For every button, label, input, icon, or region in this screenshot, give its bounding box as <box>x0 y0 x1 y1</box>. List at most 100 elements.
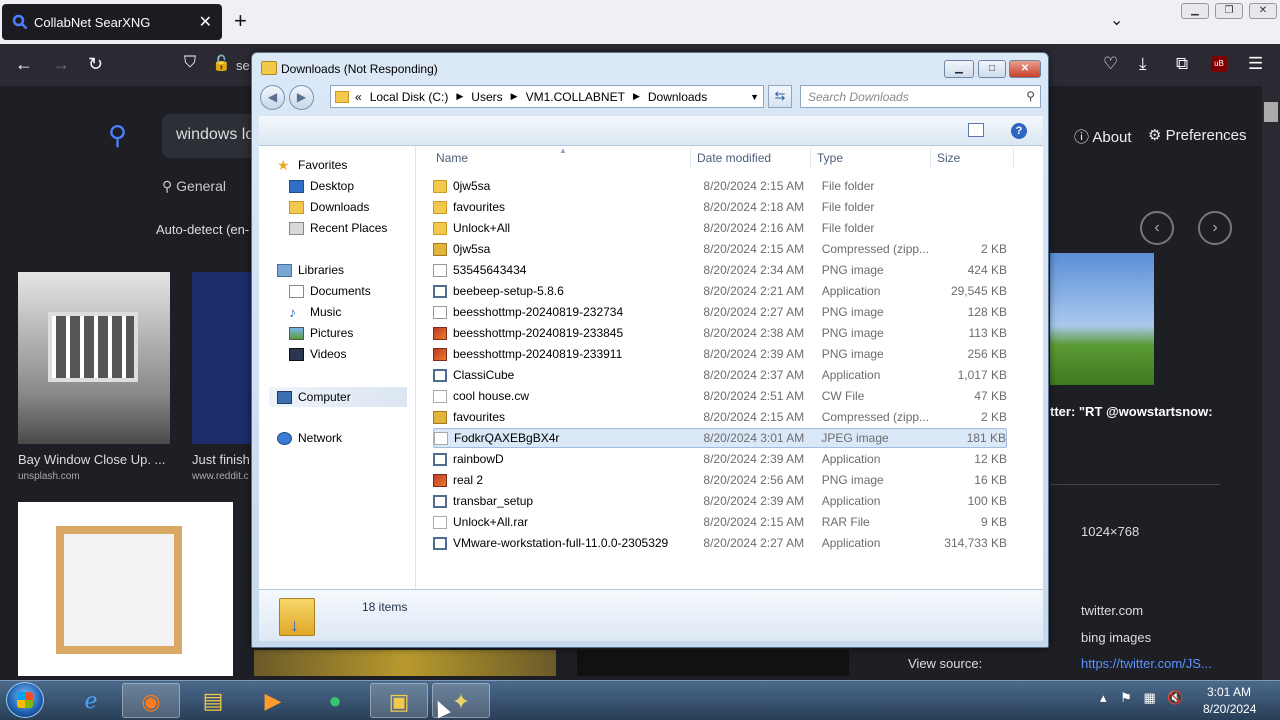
column-divider[interactable] <box>810 148 811 168</box>
new-tab-button[interactable]: + <box>234 8 247 34</box>
file-row[interactable]: cool house.cw 8/20/2024 2:51 AM CW File 47 … <box>433 386 1007 406</box>
maximize-button[interactable]: □ <box>978 60 1006 78</box>
nav-libraries[interactable]: Libraries <box>277 263 344 277</box>
column-divider[interactable] <box>690 148 691 168</box>
minimize-button[interactable]: ▁ <box>944 60 974 78</box>
address-dropdown-icon[interactable]: ▼ <box>750 92 759 102</box>
tracking-shield-icon[interactable]: ⛉ <box>184 54 196 72</box>
column-divider[interactable] <box>1013 148 1014 168</box>
nav-desktop[interactable]: Desktop <box>289 179 354 193</box>
result-caption[interactable]: Just finish <box>192 452 250 467</box>
search-icon[interactable]: ⚲ <box>1026 89 1035 103</box>
tray-expand-icon[interactable]: ▴ <box>1100 690 1107 705</box>
start-button[interactable] <box>6 682 44 718</box>
image-result-thumbnail[interactable] <box>192 272 252 444</box>
list-tabs-chevron-icon[interactable]: ⌄ <box>1110 10 1123 30</box>
file-row[interactable]: ClassiCube 8/20/2024 2:37 AM Application 1,… <box>433 365 1007 385</box>
breadcrumb-chevron-icon[interactable]: ▶ <box>456 91 463 102</box>
file-row[interactable]: VMware-workstation-full-11.0.0-2305329 8/… <box>433 533 1007 553</box>
breadcrumb-chevron-icon[interactable]: ▶ <box>633 91 640 102</box>
image-result-thumbnail[interactable] <box>577 650 849 676</box>
file-row[interactable]: beesshottmp-20240819-233911 8/20/2024 2:3… <box>433 344 1007 364</box>
nav-music[interactable]: ♪ Music <box>289 305 341 320</box>
file-row[interactable]: 0jw5sa 8/20/2024 2:15 AM Compressed (zipp.… <box>433 239 1007 259</box>
file-row[interactable]: 53545643434 8/20/2024 2:34 AM PNG image 424… <box>433 260 1007 280</box>
media-player-icon[interactable]: ▶ <box>244 683 302 718</box>
image-result-thumbnail[interactable] <box>18 502 233 676</box>
search-downloads-input[interactable]: Search Downloads ⚲ <box>800 85 1041 108</box>
column-header-date[interactable]: Date modified <box>697 151 771 165</box>
image-result-thumbnail[interactable] <box>254 650 556 676</box>
nav-favorites[interactable]: ★ Favorites <box>277 158 347 173</box>
browser-tab[interactable]: CollabNet SearXNG ✕ <box>2 4 222 40</box>
forward-button[interactable]: ▶ <box>289 85 314 110</box>
language-select[interactable]: Auto-detect (en- <box>156 222 249 237</box>
downloads-icon[interactable]: ⤓ <box>1139 54 1147 74</box>
nav-pictures[interactable]: Pictures <box>289 326 353 340</box>
action-center-flag-icon[interactable]: ⚑ <box>1120 690 1132 705</box>
address-bar[interactable]: « Local Disk (C:) ▶ Users ▶ VM1.COLLABNE… <box>330 85 764 108</box>
help-icon[interactable]: ? <box>1011 123 1027 139</box>
file-row[interactable]: favourites 8/20/2024 2:18 AM File folder <box>433 197 1007 217</box>
extensions-icon[interactable]: ⧉ <box>1176 54 1188 74</box>
searxng-logo-icon[interactable]: ⚲ <box>108 120 127 151</box>
preferences-link[interactable]: ⚙ Preferences <box>1148 126 1247 144</box>
result-caption[interactable]: Bay Window Close Up. ... <box>18 452 165 467</box>
menu-icon[interactable]: ☰ <box>1248 54 1263 74</box>
breadcrumb-user[interactable]: VM1.COLLABNET <box>526 90 625 104</box>
file-row[interactable]: beesshottmp-20240819-232734 8/20/2024 2:2… <box>433 302 1007 322</box>
forward-arrow-icon[interactable]: → <box>52 54 70 75</box>
file-explorer-icon[interactable]: ▤ <box>184 683 242 718</box>
file-row[interactable]: Unlock+All.rar 8/20/2024 2:15 AM RAR File 9… <box>433 512 1007 532</box>
network-tray-icon[interactable]: ▦ <box>1143 690 1155 705</box>
source-url-link[interactable]: https://twitter.com/JS... <box>1081 656 1212 671</box>
clock-time[interactable]: 3:01 AM <box>1207 685 1251 699</box>
breadcrumb-users[interactable]: Users <box>471 90 502 104</box>
detail-preview-image[interactable] <box>1050 253 1154 385</box>
breadcrumb-chevron-icon[interactable]: ▶ <box>511 91 518 102</box>
breadcrumb-overflow[interactable]: « <box>355 90 362 104</box>
column-header-type[interactable]: Type <box>817 151 843 165</box>
url-bar[interactable]: se <box>236 58 250 73</box>
file-row[interactable]: real 2 8/20/2024 2:56 AM PNG image 16 KB <box>433 470 1007 490</box>
chat-app-icon[interactable]: ● <box>306 683 364 718</box>
browser-close-button[interactable]: ✕ <box>1249 3 1277 19</box>
tab-close-icon[interactable]: ✕ <box>199 12 212 32</box>
category-tab-general[interactable]: ⚲ General <box>162 178 226 195</box>
page-scrollbar[interactable] <box>1262 86 1280 680</box>
file-row[interactable]: beesshottmp-20240819-233845 8/20/2024 2:3… <box>433 323 1007 343</box>
nav-videos[interactable]: Videos <box>289 347 346 361</box>
nav-computer[interactable]: Computer <box>269 387 407 407</box>
file-row[interactable]: rainbowD 8/20/2024 2:39 AM Application 12 K… <box>433 449 1007 469</box>
file-row[interactable]: transbar_setup 8/20/2024 2:39 AM Applicati… <box>433 491 1007 511</box>
file-row[interactable]: Unlock+All 8/20/2024 2:16 AM File folder <box>433 218 1007 238</box>
file-row[interactable]: 0jw5sa 8/20/2024 2:15 AM File folder <box>433 176 1007 196</box>
column-header-size[interactable]: Size <box>937 151 960 165</box>
firefox-icon[interactable]: ◉ <box>122 683 180 718</box>
close-button[interactable]: ✕ <box>1009 60 1041 78</box>
refresh-icon[interactable]: ⇆ <box>768 85 792 108</box>
clock-date[interactable]: 8/20/2024 <box>1203 702 1256 716</box>
file-row[interactable]: favourites 8/20/2024 2:15 AM Compressed (z… <box>433 407 1007 427</box>
back-button[interactable]: ◀ <box>260 85 285 110</box>
pocket-icon[interactable]: ♡ <box>1103 54 1118 74</box>
nav-documents[interactable]: Documents <box>289 284 371 298</box>
file-row[interactable]: beebeep-setup-5.8.6 8/20/2024 2:21 AM Appl… <box>433 281 1007 301</box>
nav-downloads[interactable]: Downloads <box>289 200 369 214</box>
column-divider[interactable] <box>930 148 931 168</box>
reload-icon[interactable]: ↻ <box>88 54 103 75</box>
browser-restore-button[interactable]: ❐ <box>1215 3 1243 19</box>
browser-minimize-button[interactable]: ▁ <box>1181 3 1209 19</box>
file-row[interactable]: FodkrQAXEBgBX4r 8/20/2024 3:01 AM JPEG ima… <box>433 428 1007 448</box>
breadcrumb-local-disk[interactable]: Local Disk (C:) <box>370 90 449 104</box>
nav-recent-places[interactable]: Recent Places <box>289 221 387 235</box>
next-result-button[interactable]: › <box>1198 211 1232 245</box>
insecure-lock-icon[interactable]: 🔓 <box>212 54 231 72</box>
explorer-taskbar-icon[interactable]: ▣ <box>370 683 428 718</box>
back-arrow-icon[interactable]: ← <box>15 54 33 75</box>
scrollbar-thumb[interactable] <box>1264 102 1278 122</box>
volume-muted-icon[interactable]: 🔇 <box>1167 690 1183 705</box>
column-header-name[interactable]: Name <box>436 151 468 165</box>
about-link[interactable]: ⓘ About <box>1074 126 1132 147</box>
preview-pane-icon[interactable] <box>968 123 984 137</box>
